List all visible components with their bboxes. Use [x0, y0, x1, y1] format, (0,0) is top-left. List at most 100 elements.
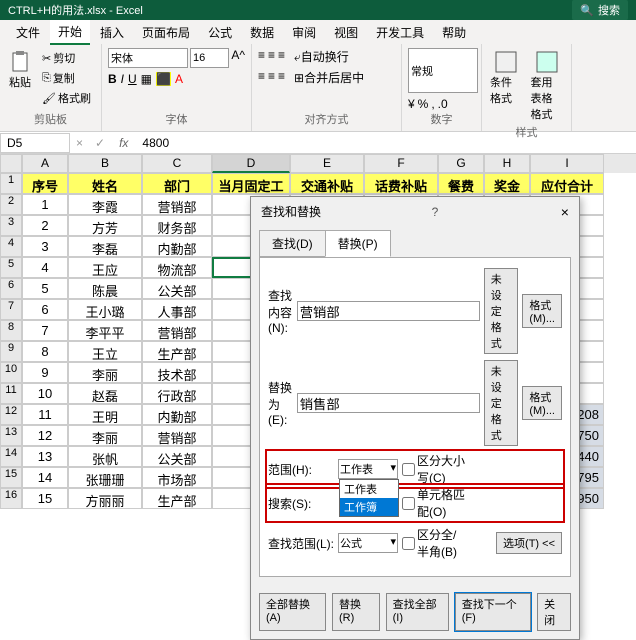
- cell[interactable]: 11: [22, 404, 68, 425]
- col-header[interactable]: A: [22, 154, 68, 173]
- row-header[interactable]: 3: [0, 215, 22, 236]
- cell[interactable]: 方芳: [68, 215, 142, 236]
- header-cell[interactable]: 部门: [142, 173, 212, 194]
- cell[interactable]: 营销部: [142, 194, 212, 215]
- row-header[interactable]: 12: [0, 404, 22, 425]
- underline-button[interactable]: U: [128, 72, 137, 86]
- tab-formula[interactable]: 公式: [200, 21, 240, 44]
- cell[interactable]: 赵磊: [68, 383, 142, 404]
- format-button[interactable]: 格式(M)...: [522, 386, 562, 420]
- bold-button[interactable]: B: [108, 72, 117, 86]
- italic-button[interactable]: I: [121, 72, 124, 86]
- search-box[interactable]: 🔍 搜索: [572, 0, 628, 20]
- cell[interactable]: 10: [22, 383, 68, 404]
- row-header[interactable]: 13: [0, 425, 22, 446]
- cell[interactable]: 公关部: [142, 278, 212, 299]
- cell[interactable]: 技术部: [142, 362, 212, 383]
- cell[interactable]: 6: [22, 299, 68, 320]
- header-cell[interactable]: 交通补贴: [290, 173, 364, 194]
- cell[interactable]: 生产部: [142, 488, 212, 509]
- percent-icon[interactable]: %: [418, 97, 429, 111]
- cell[interactable]: 张帆: [68, 446, 142, 467]
- cell[interactable]: 生产部: [142, 341, 212, 362]
- cell[interactable]: 行政部: [142, 383, 212, 404]
- col-header[interactable]: I: [530, 154, 604, 173]
- cell[interactable]: 市场部: [142, 467, 212, 488]
- tab-view[interactable]: 视图: [326, 21, 366, 44]
- copy-button[interactable]: ⎘复制: [38, 68, 95, 88]
- scope-option[interactable]: 工作簿: [340, 498, 398, 516]
- row-header[interactable]: 8: [0, 320, 22, 341]
- fx-icon[interactable]: fx: [111, 136, 136, 150]
- cell[interactable]: 13: [22, 446, 68, 467]
- header-cell[interactable]: 奖金: [484, 173, 530, 194]
- fill-color-button[interactable]: ⬛: [156, 72, 171, 86]
- cell[interactable]: 李霞: [68, 194, 142, 215]
- cell[interactable]: 李丽: [68, 425, 142, 446]
- row-header[interactable]: 7: [0, 299, 22, 320]
- cancel-icon[interactable]: ×: [70, 136, 89, 150]
- col-header[interactable]: F: [364, 154, 438, 173]
- tab-file[interactable]: 文件: [8, 21, 48, 44]
- help-icon[interactable]: ?: [432, 205, 439, 219]
- scope-option[interactable]: 工作表: [340, 480, 398, 498]
- row-header[interactable]: 1: [0, 173, 22, 194]
- formula-input[interactable]: 4800: [136, 134, 636, 152]
- row-header[interactable]: 2: [0, 194, 22, 215]
- cell[interactable]: 3: [22, 236, 68, 257]
- header-cell[interactable]: 话费补贴: [364, 173, 438, 194]
- cell[interactable]: 内勤部: [142, 404, 212, 425]
- decimal-inc-icon[interactable]: .0: [438, 97, 448, 111]
- cell[interactable]: 1: [22, 194, 68, 215]
- align-right-icon[interactable]: ≡: [278, 69, 285, 86]
- chk-match[interactable]: 单元格匹配(O): [402, 486, 468, 520]
- header-cell[interactable]: 序号: [22, 173, 68, 194]
- header-cell[interactable]: 应付合计: [530, 173, 604, 194]
- find-next-button[interactable]: 查找下一个(F): [455, 593, 531, 631]
- cell[interactable]: 王明: [68, 404, 142, 425]
- row-header[interactable]: 14: [0, 446, 22, 467]
- chk-width[interactable]: 区分全/半角(B): [402, 526, 468, 560]
- font-size[interactable]: [190, 48, 229, 68]
- close-icon[interactable]: ×: [561, 204, 569, 220]
- col-header[interactable]: G: [438, 154, 484, 173]
- cell[interactable]: 12: [22, 425, 68, 446]
- row-header[interactable]: 5: [0, 257, 22, 278]
- tab-help[interactable]: 帮助: [434, 21, 474, 44]
- cell[interactable]: 营销部: [142, 320, 212, 341]
- col-header[interactable]: B: [68, 154, 142, 173]
- find-input[interactable]: [297, 301, 480, 321]
- header-cell[interactable]: 当月固定工资: [212, 173, 290, 194]
- table-format-button[interactable]: 套用 表格格式: [528, 48, 565, 124]
- align-center-icon[interactable]: ≡: [268, 69, 275, 86]
- row-header[interactable]: 4: [0, 236, 22, 257]
- cell[interactable]: 方丽丽: [68, 488, 142, 509]
- header-cell[interactable]: 姓名: [68, 173, 142, 194]
- cell[interactable]: 内勤部: [142, 236, 212, 257]
- replace-button[interactable]: 替换(R): [332, 593, 380, 631]
- chk-case[interactable]: 区分大小写(C): [402, 452, 468, 486]
- col-header[interactable]: H: [484, 154, 530, 173]
- tab-home[interactable]: 开始: [50, 20, 90, 45]
- cell[interactable]: 15: [22, 488, 68, 509]
- cell[interactable]: 8: [22, 341, 68, 362]
- close-button[interactable]: 关闭: [537, 593, 571, 631]
- row-header[interactable]: 15: [0, 467, 22, 488]
- paste-button[interactable]: 粘贴: [6, 48, 34, 108]
- cell[interactable]: 7: [22, 320, 68, 341]
- cell[interactable]: 王小璐: [68, 299, 142, 320]
- cell[interactable]: 公关部: [142, 446, 212, 467]
- cell[interactable]: 5: [22, 278, 68, 299]
- font-color-button[interactable]: A: [175, 72, 183, 86]
- merge-button[interactable]: ⊞合并后居中: [294, 69, 364, 86]
- cut-button[interactable]: ✂剪切: [38, 48, 95, 68]
- align-bottom-icon[interactable]: ≡: [278, 48, 285, 65]
- row-header[interactable]: 6: [0, 278, 22, 299]
- tab-dev[interactable]: 开发工具: [368, 21, 432, 44]
- number-format[interactable]: [408, 48, 478, 93]
- cell[interactable]: 物流部: [142, 257, 212, 278]
- tab-replace[interactable]: 替换(P): [325, 230, 391, 257]
- tab-review[interactable]: 审阅: [284, 21, 324, 44]
- tab-data[interactable]: 数据: [242, 21, 282, 44]
- row-header[interactable]: 10: [0, 362, 22, 383]
